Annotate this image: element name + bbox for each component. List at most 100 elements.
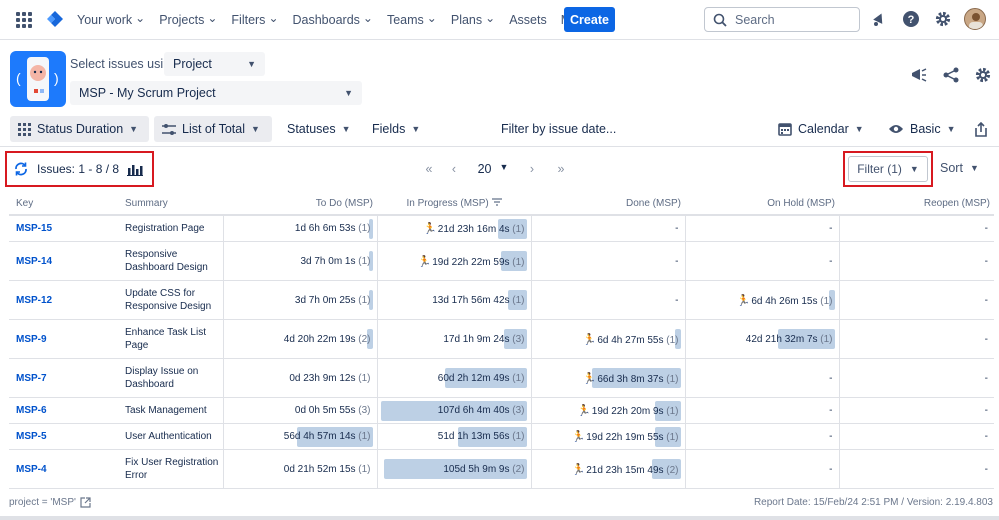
filter-by-issue-date-button[interactable]: Filter by issue date... bbox=[493, 116, 624, 142]
table-row[interactable]: MSP-9 Enhance Task List Page 4d 20h 22m 19… bbox=[9, 319, 994, 359]
jira-logo-icon[interactable] bbox=[45, 10, 65, 35]
project-value: MSP - My Scrum Project bbox=[79, 86, 216, 100]
table-row[interactable]: MSP-5 User Authentication 56d 4h 57m 14s (… bbox=[9, 423, 994, 450]
chevron-down-icon: ⌄ bbox=[485, 10, 496, 25]
status-duration-cell: - bbox=[838, 319, 994, 359]
svg-text:(: ( bbox=[16, 70, 21, 86]
duration-value: - bbox=[829, 464, 832, 475]
search-input[interactable]: Search bbox=[704, 7, 860, 32]
sort-dropdown[interactable]: Sort ▼ bbox=[940, 161, 979, 175]
svg-text:): ) bbox=[54, 70, 59, 86]
duration-text: - bbox=[829, 223, 833, 234]
page-size-dropdown[interactable]: 20 ▼ bbox=[468, 162, 518, 176]
chart-icon[interactable] bbox=[127, 163, 144, 176]
status-duration-cell: 🏃19d 22h 19m 55s (1) bbox=[530, 423, 685, 450]
issue-key-link[interactable]: MSP-5 bbox=[9, 423, 121, 450]
table-row[interactable]: MSP-12 Update CSS for Responsive Design 3d… bbox=[9, 280, 994, 320]
column-header-on-hold-msp[interactable]: On Hold (MSP) bbox=[685, 193, 839, 216]
calendar-dropdown[interactable]: Calendar ▼ bbox=[770, 116, 872, 142]
nav-item-teams[interactable]: Teams ⌄ bbox=[380, 11, 444, 28]
create-button[interactable]: Create bbox=[564, 7, 615, 32]
issue-key-link[interactable]: MSP-12 bbox=[9, 280, 121, 320]
issue-key-link[interactable]: MSP-15 bbox=[9, 215, 121, 242]
list-of-total-dropdown[interactable]: List of Total ▼ bbox=[154, 116, 272, 142]
chevron-down-icon: ▼ bbox=[854, 124, 864, 134]
status-duration-cell: - bbox=[684, 423, 839, 450]
settings-gear-icon[interactable] bbox=[932, 8, 954, 30]
search-placeholder: Search bbox=[735, 12, 775, 27]
issue-key-link[interactable]: MSP-4 bbox=[9, 449, 121, 489]
duration-value: 4d 20h 22m 19s (2) bbox=[284, 334, 371, 345]
issue-summary: Enhance Task List Page bbox=[121, 319, 223, 359]
column-header-summary[interactable]: Summary bbox=[121, 193, 223, 216]
table-body: MSP-15 Registration Page 1d 6h 6m 53s (1) 🏃… bbox=[9, 215, 994, 489]
column-header-reopen-msp[interactable]: Reopen (MSP) bbox=[839, 193, 994, 216]
column-header-key[interactable]: Key bbox=[9, 193, 121, 216]
table-row[interactable]: MSP-15 Registration Page 1d 6h 6m 53s (1) 🏃… bbox=[9, 215, 994, 242]
announcement-megaphone-icon[interactable] bbox=[910, 66, 928, 89]
app-settings-gear-icon[interactable] bbox=[974, 66, 992, 89]
app-switcher-icon[interactable] bbox=[16, 12, 32, 28]
status-duration-cell: 0d 0h 5m 55s (3) bbox=[222, 397, 377, 424]
running-person-icon: 🏃 bbox=[571, 462, 586, 476]
issue-key-link[interactable]: MSP-7 bbox=[9, 358, 121, 398]
help-icon[interactable]: ? bbox=[900, 8, 922, 30]
column-header-done-msp[interactable]: Done (MSP) bbox=[531, 193, 685, 216]
transition-count: (1) bbox=[355, 223, 371, 234]
first-page-button[interactable]: « bbox=[418, 162, 440, 176]
table-row[interactable]: MSP-6 Task Management 0d 0h 5m 55s (3) 107d… bbox=[9, 397, 994, 424]
notifications-icon[interactable] bbox=[868, 8, 890, 30]
next-page-button[interactable]: › bbox=[518, 162, 546, 176]
filter-button[interactable]: Filter (1) ▼ bbox=[848, 156, 928, 182]
running-person-icon: 🏃 bbox=[577, 404, 591, 417]
project-dropdown[interactable]: MSP - My Scrum Project ▼ bbox=[70, 81, 362, 105]
table-row[interactable]: MSP-14 Responsive Dashboard Design 3d 7h 0… bbox=[9, 241, 994, 281]
last-page-button[interactable]: » bbox=[546, 162, 576, 176]
issue-source-dropdown[interactable]: Project ▼ bbox=[164, 52, 265, 76]
transition-count: (1) bbox=[663, 334, 679, 346]
column-header-label: In Progress (MSP) bbox=[406, 198, 489, 209]
column-header-label: To Do (MSP) bbox=[315, 198, 373, 209]
duration-value: 13d 17h 56m 42s (1) bbox=[432, 295, 524, 306]
duration-text: 13d 17h 56m 42s bbox=[432, 294, 510, 306]
share-icon[interactable] bbox=[942, 66, 960, 89]
column-filter-icon[interactable] bbox=[489, 198, 502, 209]
duration-value: - bbox=[675, 295, 678, 306]
nav-item-projects[interactable]: Projects ⌄ bbox=[152, 11, 224, 28]
chevron-down-icon: ▼ bbox=[344, 88, 353, 98]
status-duration-cell: 3d 7h 0m 1s (1) bbox=[222, 241, 377, 281]
export-button[interactable] bbox=[966, 116, 996, 142]
issue-key-link[interactable]: MSP-14 bbox=[9, 241, 121, 281]
status-duration-cell: - bbox=[838, 241, 994, 281]
table-row[interactable]: MSP-4 Fix User Registration Error 0d 21h 5… bbox=[9, 449, 994, 489]
status-duration-cell: 4d 20h 22m 19s (2) bbox=[222, 319, 377, 359]
issue-key-link[interactable]: MSP-9 bbox=[9, 319, 121, 359]
table-row[interactable]: MSP-7 Display Issue on Dashboard 0d 23h 9m… bbox=[9, 358, 994, 398]
transition-count: (1) bbox=[663, 432, 679, 443]
nav-item-dashboards[interactable]: Dashboards ⌄ bbox=[286, 11, 380, 28]
fields-dropdown[interactable]: Fields ▼ bbox=[364, 116, 428, 142]
refresh-icon[interactable] bbox=[13, 161, 29, 177]
statuses-dropdown[interactable]: Statuses ▼ bbox=[279, 116, 359, 142]
filter-by-date-label: Filter by issue date... bbox=[501, 122, 617, 136]
nav-item-assets[interactable]: Assets bbox=[502, 13, 554, 27]
duration-text: 19d 22h 20m 9s bbox=[591, 406, 664, 417]
issue-key-link[interactable]: MSP-6 bbox=[9, 397, 121, 424]
status-duration-cell: - bbox=[838, 397, 994, 424]
nav-item-plans[interactable]: Plans ⌄ bbox=[444, 10, 502, 28]
duration-text: - bbox=[675, 255, 679, 267]
column-header-label: On Hold (MSP) bbox=[767, 198, 835, 209]
prev-page-button[interactable]: ‹ bbox=[440, 162, 468, 176]
transition-count: (2) bbox=[509, 463, 525, 475]
user-avatar[interactable] bbox=[964, 8, 986, 30]
nav-item-your-work[interactable]: Your work ⌄ bbox=[70, 11, 152, 28]
status-duration-cell: 3d 7h 0m 25s (1) bbox=[222, 280, 377, 320]
report-info: Report Date: 15/Feb/24 2:51 PM / Version… bbox=[753, 497, 993, 508]
nav-item-filters[interactable]: Filters ⌄ bbox=[224, 11, 285, 28]
column-header-to-do-msp[interactable]: To Do (MSP) bbox=[223, 193, 377, 216]
column-header-in-progress-msp[interactable]: In Progress (MSP) bbox=[377, 193, 531, 216]
external-link-icon[interactable] bbox=[80, 497, 91, 508]
duration-text: 21d 23h 15m 49s bbox=[586, 464, 664, 476]
status-duration-dropdown[interactable]: Status Duration ▼ bbox=[10, 116, 149, 142]
view-mode-dropdown[interactable]: Basic ▼ bbox=[880, 116, 964, 142]
